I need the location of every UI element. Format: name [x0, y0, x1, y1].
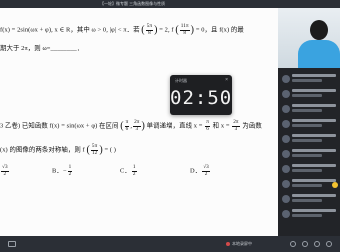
list-item[interactable] — [280, 102, 338, 117]
avatar — [282, 165, 290, 173]
window-titlebar: 【一轮】微专题 三角函数图像与性质 — [0, 0, 340, 8]
problem2-text-e: (x) 的图像的两条对称轴，则 f — [0, 146, 85, 154]
document-area: f(x) = 2sin(ωx + φ), x ∈ R，其中 ω > 0, |φ|… — [0, 8, 278, 236]
participant-sidebar — [278, 8, 340, 236]
problem2-line1: 3 乙卷) 已知函数 f(x) = sin(ωx + φ) 在区间 (π 6, 2π… — [0, 119, 262, 132]
teacher-video — [278, 8, 340, 68]
option-b: B．− 1 2 — [52, 164, 73, 177]
problem2-text-c: 和 x = — [212, 122, 230, 130]
fraction: 11π 8 — [179, 23, 190, 36]
fraction: 2π 3 — [232, 119, 240, 132]
close-icon[interactable]: × — [225, 77, 228, 83]
fraction: √3 2 — [202, 164, 210, 177]
list-item[interactable] — [280, 87, 338, 102]
avatar — [282, 90, 290, 98]
list-item[interactable] — [280, 132, 338, 147]
list-item[interactable] — [280, 177, 338, 192]
problem1-text-b: = 2, f — [159, 26, 174, 34]
problem2-text-b: 单调递增，直线 x = — [146, 122, 203, 130]
teacher-head — [310, 20, 328, 40]
problem2-line2: (x) 的图像的两条对称轴，则 f (5π 12) = ( ) — [0, 143, 117, 156]
avatar — [282, 195, 290, 203]
avatar — [282, 120, 290, 128]
list-item[interactable] — [280, 72, 338, 87]
problem2-text-a: 3 乙卷) 已知函数 f(x) = sin(ωx + φ) 在区间 — [0, 122, 119, 130]
timer-label: 计时器 — [175, 78, 187, 83]
list-item[interactable] — [280, 192, 338, 207]
problem1-line1: f(x) = 2sin(ωx + φ), x ∈ R，其中 ω > 0, |φ|… — [0, 23, 244, 36]
fraction: 5π 8 — [145, 23, 154, 36]
fraction: π6 — [205, 119, 210, 132]
option-a: √3 2 — [0, 164, 10, 177]
microphone-icon[interactable] — [290, 241, 296, 247]
participant-list[interactable] — [280, 72, 338, 222]
fraction: 12 — [67, 164, 73, 177]
problem1-text-a: f(x) = 2sin(ωx + φ), x ∈ R，其中 ω > 0, |φ|… — [0, 26, 140, 34]
avatar — [282, 210, 290, 218]
problem2-text-f: = ( ) — [104, 146, 117, 154]
record-dot-icon — [226, 241, 230, 246]
option-d: D． √3 2 — [190, 164, 210, 177]
recording-status: 本地录屏中 — [226, 241, 252, 247]
fraction: 12 — [131, 164, 137, 177]
window-title: 【一轮】微专题 三角函数图像与性质 — [100, 1, 166, 6]
countdown-timer[interactable]: 计时器 × 02:50 — [170, 75, 232, 115]
bottom-toolbar: 本地录屏中 — [0, 236, 340, 252]
fraction: √3 2 — [1, 164, 9, 177]
fraction: π6 — [124, 119, 130, 132]
settings-icon[interactable] — [326, 241, 332, 247]
screen-icon[interactable] — [8, 241, 16, 247]
avatar — [282, 150, 290, 158]
list-item[interactable] — [280, 147, 338, 162]
avatar — [282, 105, 290, 113]
list-item[interactable] — [280, 117, 338, 132]
fraction: 5π 12 — [90, 143, 99, 156]
teacher-body — [298, 40, 340, 68]
share-icon[interactable] — [314, 241, 320, 247]
option-c: C． 1 2 — [120, 164, 137, 177]
list-item[interactable] — [280, 162, 338, 177]
avatar — [282, 135, 290, 143]
list-item[interactable] — [280, 207, 338, 222]
problem1-line2: 期大于 2π，则 ω=________． — [0, 45, 84, 52]
avatar — [282, 180, 290, 188]
timer-value: 02:50 — [170, 87, 233, 109]
emoji-icon — [332, 182, 338, 188]
problem1-text-c: = 0，且 f(x) 的最 — [195, 26, 244, 34]
problem2-text-d: 为函数 — [242, 122, 262, 130]
avatar — [282, 75, 290, 83]
camera-icon[interactable] — [302, 241, 308, 247]
fraction: 2π 3 — [133, 119, 141, 132]
